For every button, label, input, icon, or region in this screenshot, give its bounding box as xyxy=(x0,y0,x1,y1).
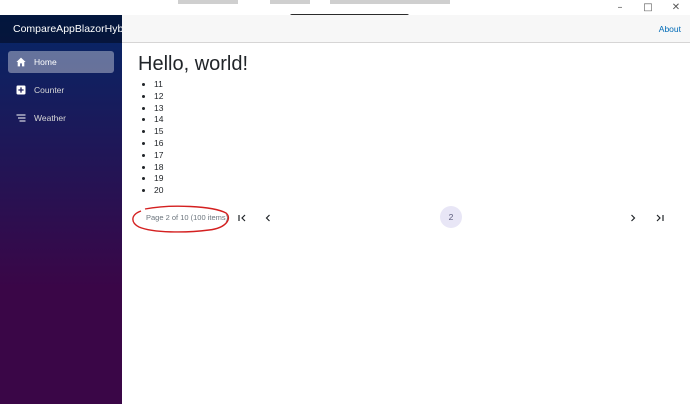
list-item: 19 xyxy=(154,173,678,185)
page-title: Hello, world! xyxy=(138,53,249,75)
list-item: 20 xyxy=(154,185,678,197)
list-item: 13 xyxy=(154,103,678,115)
brand-title[interactable]: CompareAppBlazorHybrid xyxy=(0,15,135,43)
minimize-button[interactable]: – xyxy=(606,0,634,15)
current-page-button[interactable]: 2 xyxy=(440,206,462,228)
sidebar-item-counter[interactable]: Counter xyxy=(8,79,114,101)
pager: Page 2 of 10 (100 items) 2 xyxy=(122,205,690,231)
list-item: 14 xyxy=(154,114,678,126)
next-page-icon xyxy=(631,214,636,222)
sidebar-item-home[interactable]: Home xyxy=(8,51,114,73)
list-item: 18 xyxy=(154,162,678,174)
sidebar-item-label: Counter xyxy=(34,85,65,95)
page-summary: Page 2 of 10 (100 items) xyxy=(146,213,229,222)
first-page-icon xyxy=(238,214,246,222)
list-icon xyxy=(16,113,26,123)
nav-menu: Home Counter Weather xyxy=(0,43,122,129)
close-button[interactable]: ✕ xyxy=(662,0,690,15)
last-page-icon xyxy=(656,214,664,222)
plus-square-icon xyxy=(16,85,26,95)
sidebar: CompareAppBlazorHybrid Home Counter Weat… xyxy=(0,15,135,404)
title-bar-fragment xyxy=(178,0,238,4)
list-item: 16 xyxy=(154,138,678,150)
sidebar-item-label: Home xyxy=(34,57,57,67)
last-page-button[interactable] xyxy=(651,209,669,227)
about-link[interactable]: About xyxy=(659,15,681,43)
previous-page-button[interactable] xyxy=(259,209,277,227)
sidebar-item-weather[interactable]: Weather xyxy=(8,107,114,129)
previous-page-icon xyxy=(265,214,270,222)
maximize-button[interactable]: □ xyxy=(634,0,662,15)
main-content: Hello, world! 11 12 13 14 15 16 17 18 19… xyxy=(138,52,678,197)
next-page-button[interactable] xyxy=(624,209,642,227)
window-controls: – □ ✕ xyxy=(606,0,690,15)
title-bar-fragment xyxy=(270,0,310,4)
list-item: 11 xyxy=(154,79,678,91)
number-list: 11 12 13 14 15 16 17 18 19 20 xyxy=(138,79,678,197)
list-item: 12 xyxy=(154,91,678,103)
sidebar-item-label: Weather xyxy=(34,113,66,123)
top-row: About xyxy=(122,15,690,43)
list-item: 15 xyxy=(154,126,678,138)
first-page-button[interactable] xyxy=(233,209,251,227)
list-item: 17 xyxy=(154,150,678,162)
title-bar-fragment xyxy=(330,0,450,4)
home-icon xyxy=(16,57,26,67)
